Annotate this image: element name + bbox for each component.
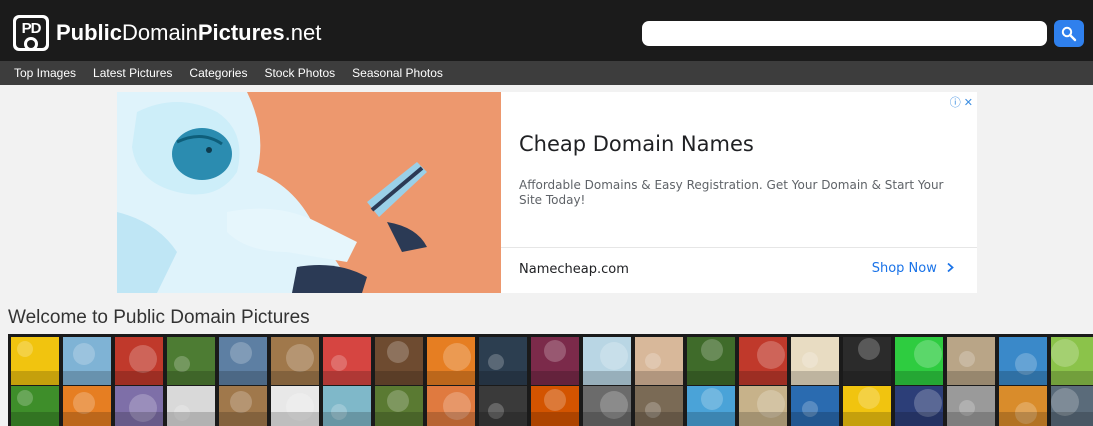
thumbnail-beach[interactable]	[323, 386, 371, 426]
thumbnail-orange-slice[interactable]	[427, 337, 475, 385]
thumbnail-blue-eye[interactable]	[63, 337, 111, 385]
thumbnail-sunset-tree[interactable]	[531, 386, 579, 426]
logo-badge: PD	[12, 14, 50, 52]
ad-description: Affordable Domains & Easy Registration. …	[519, 178, 944, 207]
thumbnail-stingray[interactable]	[1051, 386, 1093, 426]
thumbnail-deer[interactable]	[375, 386, 423, 426]
thumbnail-family[interactable]	[635, 337, 683, 385]
ad-cta-label: Shop Now	[871, 261, 937, 276]
nav-link-latest-pictures[interactable]: Latest Pictures	[93, 66, 172, 80]
ad-domain: Namecheap.com	[519, 262, 629, 277]
nav-link-top-images[interactable]: Top Images	[14, 66, 76, 80]
ad-illustration	[117, 92, 501, 293]
thumbnail-grass[interactable]	[11, 386, 59, 426]
top-header: PD PublicDomainPictures.net	[0, 0, 1093, 61]
search-button[interactable]	[1054, 20, 1084, 47]
thumbnail-woman-flowers[interactable]	[739, 386, 787, 426]
thumbnail-tower-bridge[interactable]	[479, 337, 527, 385]
ad-shop-now-link[interactable]: Shop Now	[872, 261, 955, 276]
thumbnail-butterfly[interactable]	[687, 337, 735, 385]
chevron-right-icon	[947, 262, 954, 273]
thumbnail-moon[interactable]	[843, 337, 891, 385]
site-logo[interactable]: PD PublicDomainPictures.net	[12, 14, 321, 52]
image-gallery	[8, 334, 1093, 426]
logo-suffix: .net	[284, 20, 322, 45]
thumbnail-tropical-beach[interactable]	[687, 386, 735, 426]
thumbnail-blue-butterfly[interactable]	[791, 386, 839, 426]
thumbnail-solar-panels[interactable]	[895, 386, 943, 426]
thumbnail-autumn-lake[interactable]	[999, 386, 1047, 426]
thumbnail-wood[interactable]	[271, 337, 319, 385]
thumbnail-tulips[interactable]	[739, 337, 787, 385]
advertisement-banner[interactable]: ⓘ ✕ Cheap Domain Names Affordable Domain…	[117, 92, 977, 293]
ad-choices-icon[interactable]: ⓘ ✕	[950, 94, 973, 110]
search-input[interactable]	[642, 21, 1047, 46]
page-title: Welcome to Public Domain Pictures	[8, 307, 310, 328]
thumbnail-flower-field[interactable]	[843, 386, 891, 426]
logo-word-domain: Domain	[122, 20, 198, 45]
thumbnail-green-screen[interactable]	[895, 337, 943, 385]
logo-word-pictures: Pictures	[197, 20, 285, 45]
site-name: PublicDomainPictures.net	[56, 14, 321, 52]
nav-link-stock-photos[interactable]: Stock Photos	[264, 66, 335, 80]
thumbnail-pier[interactable]	[999, 337, 1047, 385]
thumbnail-berries[interactable]	[531, 337, 579, 385]
nav-link-categories[interactable]: Categories	[189, 66, 247, 80]
thumbnail-stone-wall[interactable]	[947, 337, 995, 385]
logo-badge-letters: PD	[21, 20, 42, 37]
thumbnail-red-flower[interactable]	[115, 337, 163, 385]
thumbnail-santa-girl[interactable]	[323, 337, 371, 385]
search-icon	[1061, 26, 1077, 41]
logo-word-public: Public	[56, 20, 123, 45]
main-navigation: Top Images Latest Pictures Categories St…	[0, 61, 1093, 85]
thumbnail-peaches[interactable]	[427, 386, 475, 426]
thumbnail-leaves[interactable]	[167, 337, 215, 385]
thumbnail-cathedral[interactable]	[635, 386, 683, 426]
thumbnail-coffee-beans[interactable]	[375, 337, 423, 385]
ad-content: ⓘ ✕ Cheap Domain Names Affordable Domain…	[501, 92, 977, 293]
thumbnail-woman-portrait[interactable]	[479, 386, 527, 426]
ad-title[interactable]: Cheap Domain Names	[519, 132, 754, 156]
thumbnail-sunburst[interactable]	[11, 337, 59, 385]
thumbnail-lamp[interactable]	[115, 386, 163, 426]
thumbnail-pumpkin[interactable]	[63, 386, 111, 426]
thumbnail-elephant[interactable]	[583, 386, 631, 426]
ad-footer: Namecheap.com Shop Now	[501, 247, 977, 293]
thumbnail-einstein[interactable]	[947, 386, 995, 426]
thumbnail-sheet-music[interactable]	[791, 337, 839, 385]
thumbnail-wind-turbines[interactable]	[219, 337, 267, 385]
thumbnail-ice[interactable]	[583, 337, 631, 385]
thumbnail-meadow[interactable]	[1051, 337, 1093, 385]
thumbnail-help-key[interactable]	[271, 386, 319, 426]
thumbnail-pencils[interactable]	[167, 386, 215, 426]
thumbnail-wooden-heart[interactable]	[219, 386, 267, 426]
nav-link-seasonal-photos[interactable]: Seasonal Photos	[352, 66, 443, 80]
